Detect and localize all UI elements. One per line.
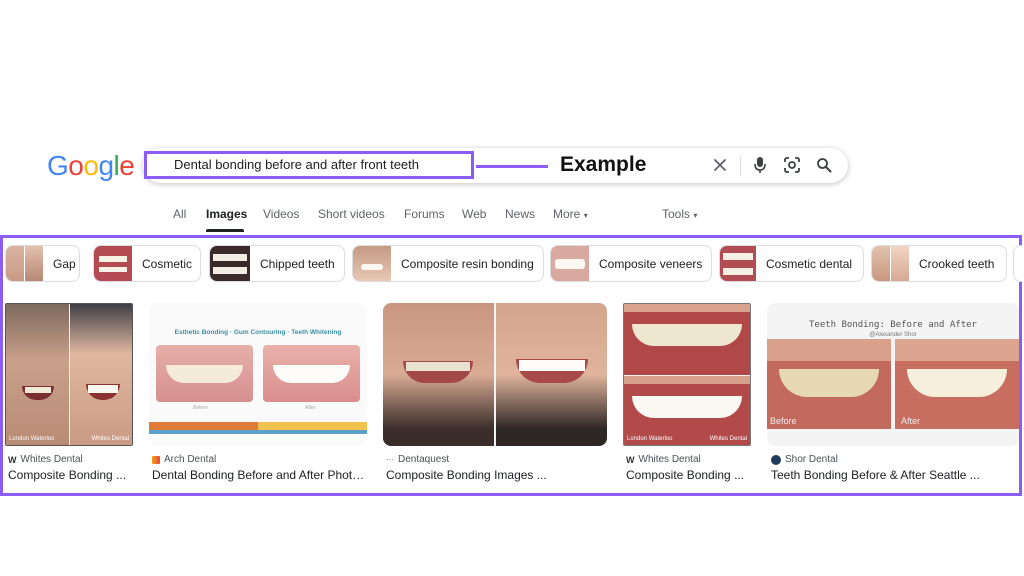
chip-thumbnail <box>872 246 909 281</box>
source-name: Whites Dental <box>638 454 701 465</box>
result-image-2[interactable]: Esthetic Bonding · Gum Contouring · Teet… <box>149 303 367 446</box>
chip-crooked-teeth[interactable]: Crooked teeth <box>871 245 1007 282</box>
search-tabs: All Images Videos Short videos Forums We… <box>0 207 1024 233</box>
chip-label: Cosmetic dental <box>766 256 853 271</box>
image-caption: Whites Dental <box>709 436 747 442</box>
image-heading: Esthetic Bonding · Gum Contouring · Teet… <box>174 329 342 336</box>
chip-partial[interactable] <box>1013 245 1023 282</box>
active-tab-indicator <box>206 229 244 232</box>
result-source[interactable]: W Whites Dental <box>8 454 83 465</box>
source-name: Dentaquest <box>398 454 450 465</box>
result-title[interactable]: Composite Bonding Images ... <box>386 468 606 482</box>
tab-more[interactable]: More ▾ <box>553 207 588 221</box>
chip-thumbnail <box>6 246 43 281</box>
chip-composite-veneers[interactable]: Composite veneers <box>550 245 712 282</box>
image-caption: Whites Dental <box>91 436 129 442</box>
chip-gap[interactable]: Gap <box>5 245 80 282</box>
after-label: After <box>305 405 316 411</box>
chip-thumbnail <box>353 246 391 281</box>
result-title[interactable]: Composite Bonding ... <box>626 468 756 482</box>
chip-cosmetic[interactable]: Cosmetic <box>93 245 201 282</box>
result-image-5[interactable]: Teeth Bonding: Before and After @Alexand… <box>767 303 1019 446</box>
close-icon[interactable] <box>709 154 731 176</box>
chip-label: Crooked teeth <box>919 256 995 271</box>
logo-letter: g <box>98 150 114 181</box>
chip-cosmetic-dental[interactable]: Cosmetic dental <box>719 245 864 282</box>
search-input[interactable]: Dental bonding before and after front te… <box>174 157 419 172</box>
result-source[interactable]: W Whites Dental <box>626 454 701 465</box>
logo-letter: o <box>83 150 99 181</box>
result-source[interactable]: Arch Dental <box>152 454 216 465</box>
tools-label: Tools <box>662 207 691 221</box>
result-image-1[interactable]: London Waterloo Whites Dental <box>5 303 133 446</box>
chip-thumbnail <box>94 246 132 281</box>
result-title[interactable]: Teeth Bonding Before & After Seattle ... <box>771 468 1011 482</box>
tools-button[interactable]: Tools ▾ <box>662 207 697 221</box>
image-subheading: @Alexander Shor <box>869 332 917 338</box>
tab-more-label: More <box>553 207 581 221</box>
tab-news[interactable]: News <box>505 207 535 221</box>
callout-label: Example <box>560 153 647 176</box>
w-letter-icon: W <box>626 454 635 465</box>
logo-letter: o <box>68 150 84 181</box>
shor-logo-icon <box>771 454 781 465</box>
result-image-3[interactable] <box>383 303 607 446</box>
google-logo[interactable]: Google <box>47 150 135 182</box>
image-heading: Teeth Bonding: Before and After <box>809 320 977 330</box>
source-name: Shor Dental <box>785 454 838 465</box>
chip-chipped-teeth[interactable]: Chipped teeth <box>209 245 345 282</box>
lens-icon[interactable] <box>781 154 803 176</box>
result-image-4[interactable]: London Waterloo Whites Dental <box>623 303 751 446</box>
chip-thumbnail <box>720 246 756 281</box>
before-label: Before <box>770 416 797 426</box>
chip-label: Gap <box>53 256 76 271</box>
chip-label: Composite veneers <box>599 256 703 271</box>
chip-label: Composite resin bonding <box>401 256 534 271</box>
after-label: After <box>901 416 921 426</box>
before-label: Before <box>193 405 208 411</box>
arch-logo-icon <box>152 455 160 464</box>
image-caption: London Waterloo <box>9 436 55 442</box>
chip-thumbnail <box>551 246 589 281</box>
chip-label: Cosmetic <box>142 256 193 271</box>
logo-letter: G <box>47 150 69 181</box>
image-caption: London Waterloo <box>627 436 673 442</box>
search-icon[interactable] <box>813 154 835 176</box>
logo-letter: e <box>119 150 135 181</box>
chevron-down-icon: ▾ <box>693 211 698 220</box>
tab-short-videos[interactable]: Short videos <box>318 207 385 221</box>
result-source[interactable]: Shor Dental <box>771 454 838 465</box>
result-title[interactable]: Composite Bonding ... <box>8 468 138 482</box>
chip-composite-resin-bonding[interactable]: Composite resin bonding <box>352 245 544 282</box>
tab-web[interactable]: Web <box>462 207 486 221</box>
source-name: Arch Dental <box>164 454 217 465</box>
dentaquest-logo-icon: ⋯ <box>386 455 394 464</box>
callout-connector <box>476 165 548 168</box>
tab-images[interactable]: Images <box>206 207 247 221</box>
w-letter-icon: W <box>8 454 17 465</box>
tab-all[interactable]: All <box>173 207 186 221</box>
result-title[interactable]: Dental Bonding Before and After Photo... <box>152 468 366 482</box>
result-source[interactable]: ⋯ Dentaquest <box>386 454 449 465</box>
chevron-down-icon: ▾ <box>583 211 588 220</box>
tab-forums[interactable]: Forums <box>404 207 445 221</box>
chip-thumbnail <box>210 246 250 281</box>
tab-videos[interactable]: Videos <box>263 207 299 221</box>
search-divider <box>740 156 741 176</box>
mic-icon[interactable] <box>749 154 771 176</box>
chip-label: Chipped teeth <box>260 256 335 271</box>
source-name: Whites Dental <box>20 454 83 465</box>
